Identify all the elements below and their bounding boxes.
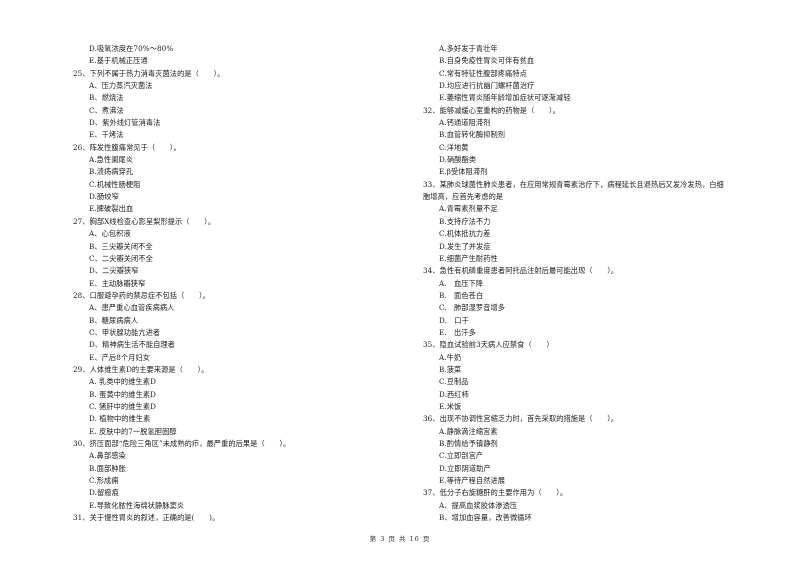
answer-option: E.米饭 bbox=[439, 401, 462, 411]
answer-option: A、提高血浆胶体渗透压 bbox=[439, 500, 518, 510]
answer-option: D.均应进行抗幽门螺杆菌治疗 bbox=[439, 81, 535, 91]
answer-option: C.形成痈 bbox=[89, 476, 119, 486]
answer-option: D、精神病生活不能自理者 bbox=[89, 340, 176, 350]
answer-option: B、燃烧法 bbox=[89, 93, 124, 103]
answer-option: D.留瘢痕 bbox=[89, 488, 119, 498]
question-text: 35、隐血试验前3天病人应禁食（ ） bbox=[423, 340, 554, 350]
answer-option: A.牛奶 bbox=[439, 352, 462, 362]
answer-option: E.萎缩性胃炎随年龄增加症状可逐渐减轻 bbox=[439, 93, 571, 103]
answer-option: B.自身免疫性胃炎可伴有贫血 bbox=[439, 56, 535, 66]
answer-option: E、主动脉瓣狭窄 bbox=[89, 278, 146, 288]
answer-option: B.菠菜 bbox=[439, 364, 462, 374]
answer-option: E. 皮肤中的7一脱氢胆固醇 bbox=[89, 426, 177, 436]
answer-option: C.机体抵抗力差 bbox=[439, 229, 491, 239]
question-text: 37、低分子右旋糖酐的主要作用为（ ）。 bbox=[423, 488, 568, 498]
answer-option: E、干烤法 bbox=[89, 130, 124, 140]
question-text: 28、口服避孕药的禁忌症不包括（ ）。 bbox=[73, 290, 210, 300]
answer-option: C、煮沸法 bbox=[89, 105, 124, 115]
answer-option: B.血管转化酶抑制剂 bbox=[439, 130, 506, 140]
answer-option: A.青霉素剂量不足 bbox=[439, 204, 498, 214]
question-text: 胞增高，应首先考虑的是 bbox=[423, 192, 504, 202]
question-text: 31、关于慢性胃炎的叙述，正确的是( )。 bbox=[73, 513, 220, 523]
answer-option: C.洋地黄 bbox=[439, 142, 469, 152]
answer-option: C.机械性肠梗阻 bbox=[89, 179, 141, 189]
answer-option: A.静脉滴注缩宫素 bbox=[439, 426, 498, 436]
answer-option: D. 口干 bbox=[439, 315, 469, 325]
question-text: 27、胸部X线检查心影呈梨形提示（ ）。 bbox=[73, 216, 216, 226]
answer-option: B.面部肿胀 bbox=[89, 463, 126, 473]
answer-option: A. 乳类中的维生素D bbox=[89, 377, 156, 387]
answer-option: A.多好发于青壮年 bbox=[439, 44, 498, 53]
answer-option: A、患严重心血管疾病病人 bbox=[89, 303, 175, 313]
answer-option: B.溃疡病穿孔 bbox=[89, 167, 134, 177]
right-column: A.多好发于青壮年 B.自身免疫性胃炎可伴有贫血 C.常有特征性腹部疼痛特点 D.均应… bbox=[423, 43, 793, 524]
answer-option: E.β受体阻滞剂 bbox=[439, 167, 488, 177]
left-column: D.吸氧浓度在70%～80% E.基于机械正压通 25、下列不属于热力消毒灭菌法的是… bbox=[73, 43, 418, 524]
answer-option: C、甲状腺功能亢进者 bbox=[89, 327, 161, 337]
answer-option: A、压力蒸汽灭菌法 bbox=[89, 81, 153, 91]
answer-option: D.发生了并发症 bbox=[439, 241, 491, 251]
answer-option: C、二尖瓣关闭不全 bbox=[89, 253, 153, 263]
answer-option: C. 肺部湿罗音增多 bbox=[439, 303, 506, 313]
answer-option: C.常有特征性腹部疼痛特点 bbox=[439, 68, 527, 78]
answer-option: D、紫外线灯管消毒法 bbox=[89, 118, 161, 128]
answer-option: E.脾破裂出血 bbox=[89, 204, 134, 214]
answer-option: A、心包积液 bbox=[89, 229, 131, 239]
answer-option: D. 植物中的维生素 bbox=[89, 414, 151, 424]
answer-option: E.细菌产生耐药性 bbox=[439, 253, 498, 263]
question-text: 26、阵发性腹痛常见于（ ）。 bbox=[73, 142, 181, 152]
answer-option: B、增加血容量，改善微循环 bbox=[439, 513, 532, 523]
answer-option: B、三尖瓣关闭不全 bbox=[89, 241, 153, 251]
answer-option: D.西红柿 bbox=[439, 389, 469, 399]
answer-option: E、产后8个月妇女 bbox=[89, 352, 151, 362]
answer-option: B.酌情给予镇静剂 bbox=[439, 439, 498, 448]
answer-option: A.钙通道阻滞剂 bbox=[439, 118, 491, 128]
question-text: 29、人体维生素D的主要来源是（ ）。 bbox=[73, 364, 209, 374]
question-text: 33、某肺炎球菌性肺炎患者，在应用常规青霉素治疗下，病程延长且退热后又发冷发热，… bbox=[423, 179, 724, 189]
question-text: 30、挤压面部“危险三角区”未成熟的疖，最严重的后果是（ ）。 bbox=[73, 439, 291, 448]
question-text: 32、能够减缓心室重构的药物是（ ）。 bbox=[423, 105, 560, 115]
answer-option: C.豆制品 bbox=[439, 377, 469, 387]
answer-option: D.肠绞窄 bbox=[89, 192, 119, 202]
answer-option: A.鼻部感染 bbox=[89, 451, 126, 461]
document-page: D.吸氧浓度在70%～80% E.基于机械正压通 25、下列不属于热力消毒灭菌法的是… bbox=[0, 0, 800, 565]
question-text: 34、急性有机磷重度患者阿托品注射后最可能出现（ ）。 bbox=[423, 266, 619, 276]
answer-option: B. 面色苍白 bbox=[439, 290, 484, 300]
answer-option: A.急性阑尾炎 bbox=[89, 155, 134, 165]
answer-option: D.吸氧浓度在70%～80% bbox=[89, 44, 174, 53]
answer-option: B.支持疗法不力 bbox=[439, 216, 491, 226]
answer-option: A. 血压下降 bbox=[439, 278, 484, 288]
question-text: 36、出现不协调性宫缩乏力时，首先采取的措施是（ ）。 bbox=[423, 414, 619, 424]
question-text: 25、下列不属于热力消毒灭菌法的是（ ）。 bbox=[73, 68, 225, 78]
answer-option: B、糖尿病病人 bbox=[89, 315, 139, 325]
answer-option: B. 蛋黄中的维生素D bbox=[89, 389, 157, 399]
answer-option: D、二尖瓣狭窄 bbox=[89, 266, 139, 276]
answer-option: E. 出汗多 bbox=[439, 327, 476, 337]
answer-option: C.立即剖宫产 bbox=[439, 451, 484, 461]
answer-option: E.等待产程自然进展 bbox=[439, 476, 506, 486]
answer-option: E.导致化脓性海绵状静脉窦炎 bbox=[89, 500, 185, 510]
answer-option: D.硝酸酯类 bbox=[439, 155, 477, 165]
answer-option: E.基于机械正压通 bbox=[89, 56, 148, 66]
answer-option: D.立即阴道助产 bbox=[439, 463, 491, 473]
page-number-footer: 第 3 页 共 16 页 bbox=[369, 535, 431, 543]
answer-option: C. 猪肝中的维生素D bbox=[89, 401, 156, 411]
